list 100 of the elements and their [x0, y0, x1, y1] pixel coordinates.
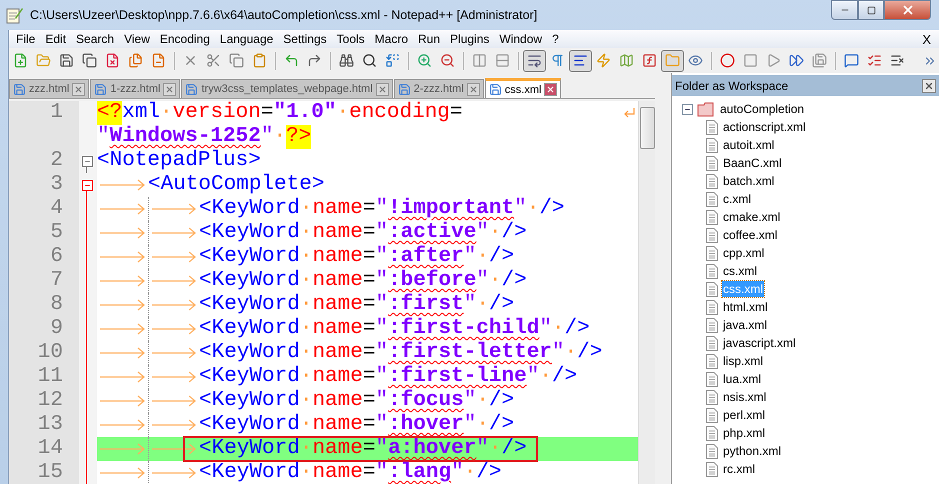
indent-guide-icon: [573, 53, 588, 68]
tree-item[interactable]: cmake.xml: [722, 209, 782, 225]
tab-close-button[interactable]: [72, 82, 86, 96]
line-number: 15: [9, 461, 79, 484]
tree-item[interactable]: lisp.xml: [722, 353, 764, 369]
menu-item[interactable]: Window: [494, 32, 548, 46]
wrap-marker-icon: [622, 106, 636, 120]
code-token: />: [539, 197, 565, 221]
file-tab[interactable]: 2-zzz.html: [394, 79, 484, 98]
space-marker: ·: [476, 293, 489, 317]
tree-item[interactable]: BaanC.xml: [722, 155, 783, 171]
code-token: ": [375, 269, 388, 293]
maximize-button[interactable]: [858, 0, 884, 20]
menu-item[interactable]: ?: [547, 32, 564, 46]
code-token: =: [260, 101, 274, 125]
tree-item[interactable]: html.xml: [722, 299, 769, 315]
tab-close-button[interactable]: [544, 83, 558, 96]
code-token: <KeyWord: [199, 413, 300, 437]
fold-toggle[interactable]: [82, 180, 93, 191]
tree-item[interactable]: batch.xml: [722, 173, 776, 189]
delete-icon: [183, 53, 198, 68]
file-icon: [706, 210, 718, 224]
line-number: 6: [9, 245, 79, 269]
file-tab[interactable]: tryw3css_templates_webpage.html: [181, 79, 393, 98]
line-number: 13: [9, 413, 79, 437]
menu-item[interactable]: Run: [413, 32, 446, 46]
code-token: :first-letter: [388, 341, 552, 365]
new-file-icon: [13, 53, 28, 68]
tree-item[interactable]: rc.xml: [722, 461, 756, 477]
split-vertical-icon: [472, 53, 487, 68]
space-marker: ·: [300, 317, 312, 341]
text-area[interactable]: [9, 101, 655, 484]
space-marker: ·: [476, 413, 489, 437]
scrollbar[interactable]: [638, 101, 655, 484]
line-number: 12: [9, 389, 79, 413]
close-button[interactable]: [884, 0, 931, 20]
toolbar-button[interactable]: [569, 50, 592, 72]
file-tab[interactable]: 1-zzz.html: [90, 79, 180, 98]
menu-item[interactable]: Settings: [278, 32, 332, 46]
code-token: name: [312, 245, 363, 269]
tree-item[interactable]: cs.xml: [722, 263, 758, 279]
menu-item[interactable]: File: [11, 32, 40, 46]
tree-item[interactable]: coffee.xml: [722, 227, 778, 243]
menu-item[interactable]: Language: [214, 32, 278, 46]
space-marker: ·: [300, 461, 312, 484]
menu-item[interactable]: Search: [71, 32, 120, 46]
line-number: 10: [9, 341, 79, 365]
menu-item[interactable]: Macro: [370, 32, 414, 46]
tree-item[interactable]: autoit.xml: [722, 137, 776, 153]
file-tab[interactable]: css.xml: [484, 78, 562, 98]
tab-close-button[interactable]: [163, 82, 176, 96]
menu-item[interactable]: View: [119, 32, 155, 46]
close-document-button[interactable]: X: [922, 32, 931, 46]
code-token: ": [375, 317, 388, 341]
code-token: ": [476, 269, 489, 293]
menu-item[interactable]: Plugins: [445, 32, 494, 46]
code-token: ": [375, 293, 388, 317]
code-token: <KeyWord: [199, 365, 300, 389]
minus-icon: [84, 182, 91, 189]
collapse-toggle[interactable]: [682, 104, 693, 114]
tree-item[interactable]: nsis.xml: [722, 389, 768, 405]
code-token: =: [362, 437, 376, 461]
panel-close-button[interactable]: [922, 78, 936, 92]
code-token: />: [502, 221, 527, 245]
code-token: />: [488, 245, 514, 269]
code-token: version: [172, 101, 261, 125]
menu-item[interactable]: Tools: [332, 32, 370, 46]
tab-close-button[interactable]: [376, 82, 389, 96]
code-token: :focus: [388, 389, 464, 413]
replace-icon: [385, 53, 400, 68]
menu-item[interactable]: Encoding: [154, 32, 215, 46]
tree-item[interactable]: javascript.xml: [722, 335, 797, 351]
tree-item[interactable]: c.xml: [722, 191, 752, 207]
save-macro-icon: [812, 53, 827, 68]
tab-close-button[interactable]: [466, 82, 480, 96]
code-token: <KeyWord: [199, 245, 300, 269]
toolbar-button[interactable]: [523, 50, 546, 72]
space-marker: ·: [300, 197, 312, 221]
space-marker: ·: [476, 245, 489, 269]
fold-toggle[interactable]: [82, 156, 93, 167]
tree-item[interactable]: java.xml: [722, 317, 768, 333]
tree-item[interactable]: lua.xml: [722, 371, 762, 387]
code-token: encoding: [349, 101, 450, 125]
tree-item[interactable]: autoCompletion: [719, 101, 806, 117]
space-marker: ·: [488, 437, 502, 461]
tree-item[interactable]: php.xml: [722, 425, 766, 441]
copy-icon: [229, 53, 244, 68]
code-token: !important: [388, 197, 514, 221]
line-number: 5: [9, 221, 79, 245]
tree-item[interactable]: perl.xml: [722, 407, 766, 423]
space-marker: ·: [464, 461, 476, 484]
tree-item[interactable]: python.xml: [722, 443, 782, 459]
tree-item[interactable]: actionscript.xml: [722, 119, 807, 135]
tree-item[interactable]: cpp.xml: [722, 245, 766, 261]
space-marker: ·: [300, 245, 312, 269]
menu-item[interactable]: Edit: [40, 32, 72, 46]
file-icon: [706, 354, 718, 368]
code-token: <NotepadPlus>: [97, 149, 261, 173]
file-tab[interactable]: zzz.html: [9, 79, 90, 98]
eye-icon: [688, 53, 703, 68]
